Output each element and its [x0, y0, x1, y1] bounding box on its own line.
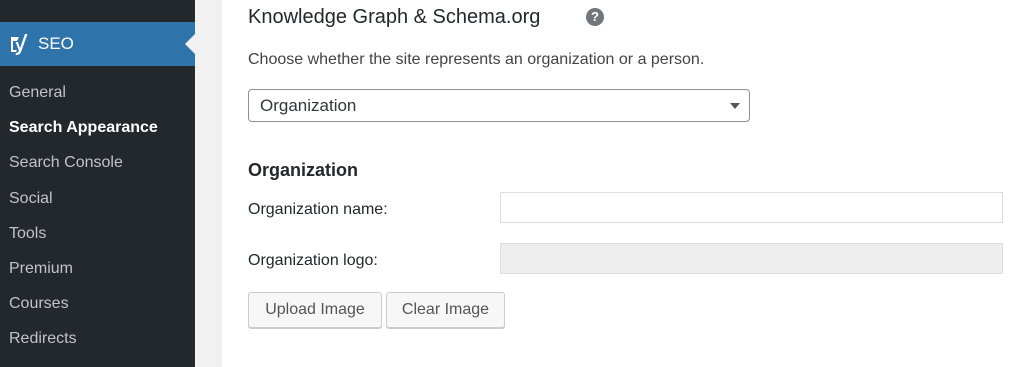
- active-menu-arrow: [185, 34, 195, 54]
- question-mark-icon[interactable]: ?: [586, 8, 604, 26]
- admin-sidebar: SEO General Search Appearance Search Con…: [0, 0, 195, 367]
- sidebar-seo-label: SEO: [38, 34, 74, 53]
- knowledge-graph-heading: Knowledge Graph & Schema.org: [248, 6, 541, 28]
- sidebar-item-redirects[interactable]: Redirects: [0, 321, 195, 356]
- sidebar-item-general[interactable]: General: [0, 75, 195, 110]
- sidebar-item-tools[interactable]: Tools: [0, 216, 195, 251]
- seo-submenu: General Search Appearance Search Console…: [0, 75, 195, 357]
- organization-name-label: Organization name:: [248, 201, 388, 218]
- sidebar-top-strip: [0, 0, 195, 22]
- sidebar-item-premium[interactable]: Premium: [0, 251, 195, 286]
- sidebar-item-search-appearance[interactable]: Search Appearance: [0, 110, 195, 145]
- site-represents-select[interactable]: Organization: [248, 89, 750, 122]
- site-represents-description: Choose whether the site represents an or…: [248, 51, 705, 68]
- organization-heading: Organization: [248, 160, 359, 180]
- sidebar-item-seo[interactable]: SEO: [0, 22, 195, 66]
- select-value: Organization: [260, 96, 357, 115]
- organization-logo-input: [500, 243, 1003, 274]
- organization-logo-label: Organization logo:: [248, 252, 378, 269]
- sidebar-item-social[interactable]: Social: [0, 181, 195, 216]
- sidebar-item-search-console[interactable]: Search Console: [0, 145, 195, 180]
- yoast-logo-icon: [11, 34, 28, 55]
- organization-name-input[interactable]: [500, 192, 1003, 223]
- chevron-down-icon: [730, 103, 740, 109]
- settings-panel: Knowledge Graph & Schema.org ? Choose wh…: [222, 0, 1024, 367]
- clear-image-button[interactable]: Clear Image: [386, 292, 505, 328]
- sidebar-item-courses[interactable]: Courses: [0, 286, 195, 321]
- upload-image-button[interactable]: Upload Image: [248, 292, 382, 328]
